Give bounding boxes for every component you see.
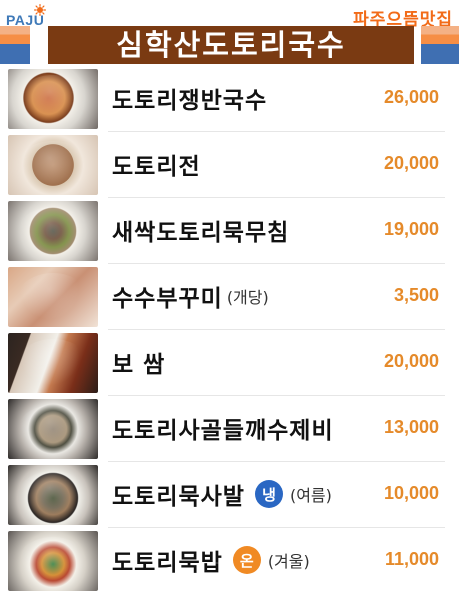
menu-photo: [8, 201, 98, 261]
header-left-stripes: [0, 26, 30, 64]
menu-item-note: (겨울): [267, 552, 310, 571]
photo-gloss: [18, 471, 88, 519]
menu-item: 도토리전 20,000: [0, 132, 459, 198]
menu-item-name: 새싹도토리묵무침: [112, 210, 289, 250]
menu-item-name: 보 쌈: [112, 342, 165, 382]
menu-item: 새싹도토리묵무침 19,000: [0, 198, 459, 264]
menu-item: 도토리묵사발 냉 (여름) 10,000: [0, 462, 459, 528]
menu-item-price: 13,000: [383, 417, 439, 437]
menu-photo: [8, 135, 98, 195]
cold-badge: 냉: [254, 480, 283, 508]
menu-item-name-text: 도토리전: [112, 154, 201, 180]
menu-item-name-text: 도토리쟁반국수: [112, 88, 268, 114]
photo-gloss: [18, 141, 88, 189]
menu-item-name-text: 수수부꾸미: [112, 286, 223, 312]
menu-item-price: 3,500: [393, 285, 439, 305]
menu-photo: [8, 267, 98, 327]
page-title: 심학산도토리국수: [116, 27, 346, 62]
menu-item: 도토리사골들깨수제비 13,000: [0, 396, 459, 462]
menu-item-price: 20,000: [383, 153, 439, 173]
menu-photo: [8, 69, 98, 129]
menu-item: 보 쌈 20,000: [0, 330, 459, 396]
menu-item-name: 도토리묵사발 냉 (여름): [112, 474, 332, 514]
menu-item-price: 26,000: [383, 87, 439, 107]
menu-item-price: 10,000: [383, 483, 439, 503]
photo-gloss: [18, 339, 88, 387]
menu-item-name: 도토리쟁반국수: [112, 78, 267, 118]
menu-item-name-text: 새싹도토리묵무침: [112, 220, 290, 246]
menu-item-name: 도토리묵밥 온 (겨울): [112, 540, 310, 580]
header-right-stripes: [421, 26, 459, 64]
menu-photo: [8, 531, 98, 591]
menu-item-name: 도토리사골들깨수제비: [112, 408, 334, 448]
photo-gloss: [18, 537, 88, 585]
paju-logo: PAJU: [4, 4, 62, 28]
menu-item-name-text: 도토리묵밥: [112, 550, 223, 576]
menu-item-note: (여름): [289, 486, 332, 505]
title-bar: 심학산도토리국수: [48, 26, 414, 64]
menu-item-price: 11,000: [384, 549, 439, 569]
menu-item-name-text: 도토리사골들깨수제비: [112, 418, 334, 444]
menu-photo: [8, 399, 98, 459]
menu-item-name-text: 보 쌈: [112, 352, 166, 378]
menu-item: 수수부꾸미 (개당) 3,500: [0, 264, 459, 330]
header: PAJU 파주으뜸맛집 심학산도토리국수: [0, 0, 459, 66]
photo-gloss: [18, 75, 88, 123]
menu-item-name: 도토리전: [112, 144, 201, 184]
menu-list: 도토리쟁반국수 26,000 도토리전 20,000 새싹도토리묵무침 19,0…: [0, 66, 459, 596]
hot-badge: 온: [232, 546, 261, 574]
menu-item: 도토리쟁반국수 26,000: [0, 66, 459, 132]
menu-item-name: 수수부꾸미 (개당): [112, 276, 269, 316]
photo-gloss: [18, 405, 88, 453]
menu-item-note: (개당): [226, 288, 269, 307]
photo-gloss: [18, 207, 88, 255]
menu-board: PAJU 파주으뜸맛집 심학산도토리국수 도토리쟁반국수 26,000 도토리전…: [0, 0, 459, 596]
menu-item: 도토리묵밥 온 (겨울) 11,000: [0, 528, 459, 594]
menu-item-name-text: 도토리묵사발: [112, 484, 245, 510]
menu-item-price: 19,000: [383, 219, 439, 239]
menu-item-price: 20,000: [383, 351, 439, 371]
menu-photo: [8, 333, 98, 393]
menu-photo: [8, 465, 98, 525]
photo-gloss: [18, 273, 88, 321]
